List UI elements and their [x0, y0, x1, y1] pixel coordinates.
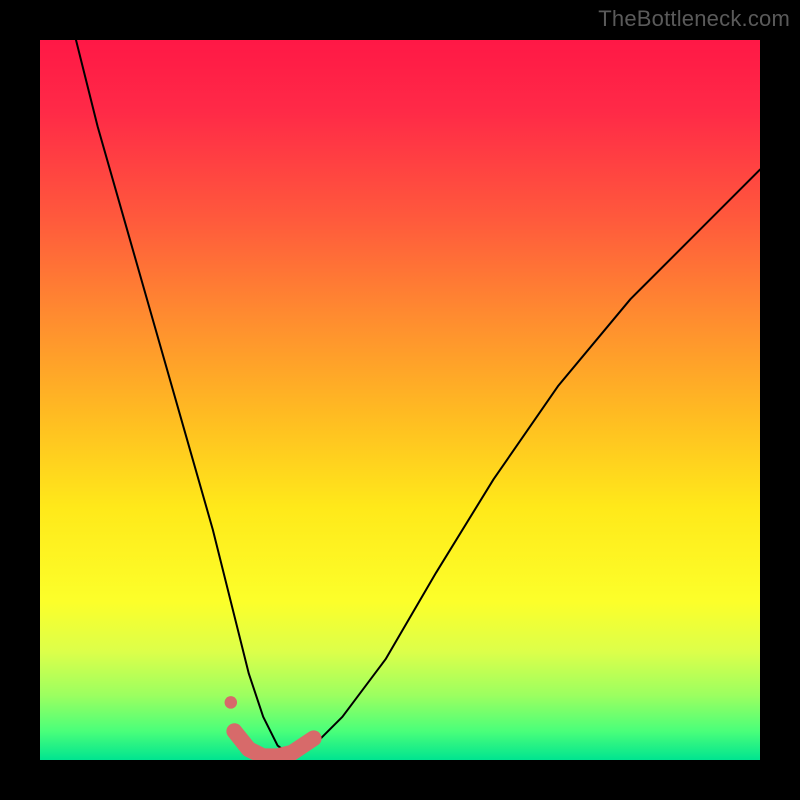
- watermark-text: TheBottleneck.com: [598, 6, 790, 32]
- chart-frame: TheBottleneck.com: [0, 0, 800, 800]
- series-line-highlight-band: [234, 731, 313, 756]
- plot-area: [40, 40, 760, 760]
- series-point-highlight-dot: [225, 696, 238, 709]
- series-line-bottleneck-curve: [76, 40, 760, 756]
- chart-svg: [40, 40, 760, 760]
